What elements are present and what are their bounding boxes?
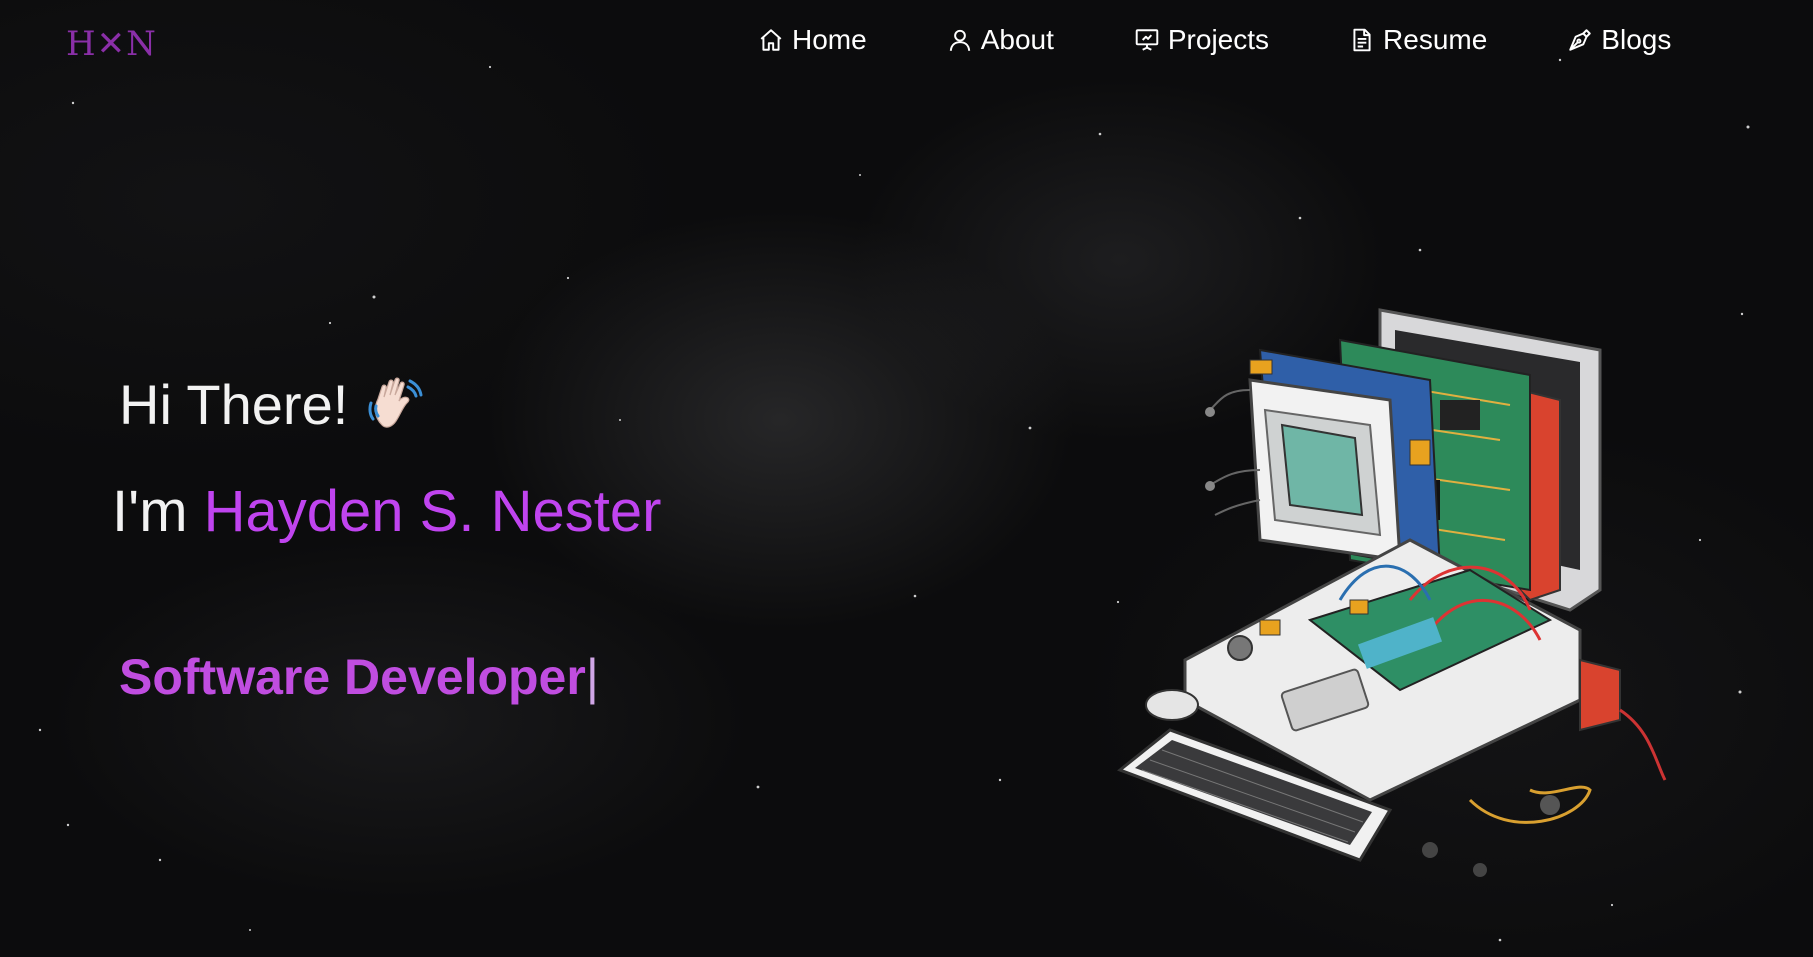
nav-item-resume[interactable]: Resume: [1349, 18, 1487, 62]
typing-cursor: |: [585, 649, 599, 705]
nav-links: Home About Projects Resume Blogs: [758, 18, 1671, 62]
nav-label-projects: Projects: [1167, 24, 1270, 55]
intro-prefix: I'm: [112, 479, 204, 544]
owner-name: Hayden S. Nester: [203, 479, 662, 544]
page: H✕N Home About Projects Resume Blogs Hi …: [0, 0, 1813, 957]
home-icon: [758, 27, 792, 53]
role-text: Software Developer: [119, 649, 586, 705]
pen-nib-icon: [1567, 27, 1601, 53]
document-icon: [1349, 27, 1383, 53]
typewriter-role: Software Developer|: [119, 648, 599, 706]
navbar: H✕N Home About Projects Resume Blogs: [0, 0, 1813, 80]
nav-item-projects[interactable]: Projects: [1134, 18, 1269, 62]
computer-illustration: [1117, 308, 1667, 877]
nav-label-home: Home: [792, 24, 867, 55]
greeting: Hi There!: [119, 372, 428, 437]
site-logo[interactable]: H✕N: [66, 24, 157, 64]
nav-label-resume: Resume: [1383, 24, 1488, 55]
greeting-text: Hi There!: [119, 373, 349, 436]
intro-heading: I'm Hayden S. Nester: [112, 478, 661, 545]
nav-item-about[interactable]: About: [947, 18, 1054, 62]
nav-label-about: About: [980, 24, 1054, 55]
nav-item-blogs[interactable]: Blogs: [1567, 18, 1671, 62]
nav-item-home[interactable]: Home: [758, 18, 867, 62]
presentation-icon: [1134, 27, 1168, 53]
waving-hand-icon: [364, 373, 428, 437]
user-icon: [947, 27, 981, 53]
nav-label-blogs: Blogs: [1601, 24, 1672, 55]
